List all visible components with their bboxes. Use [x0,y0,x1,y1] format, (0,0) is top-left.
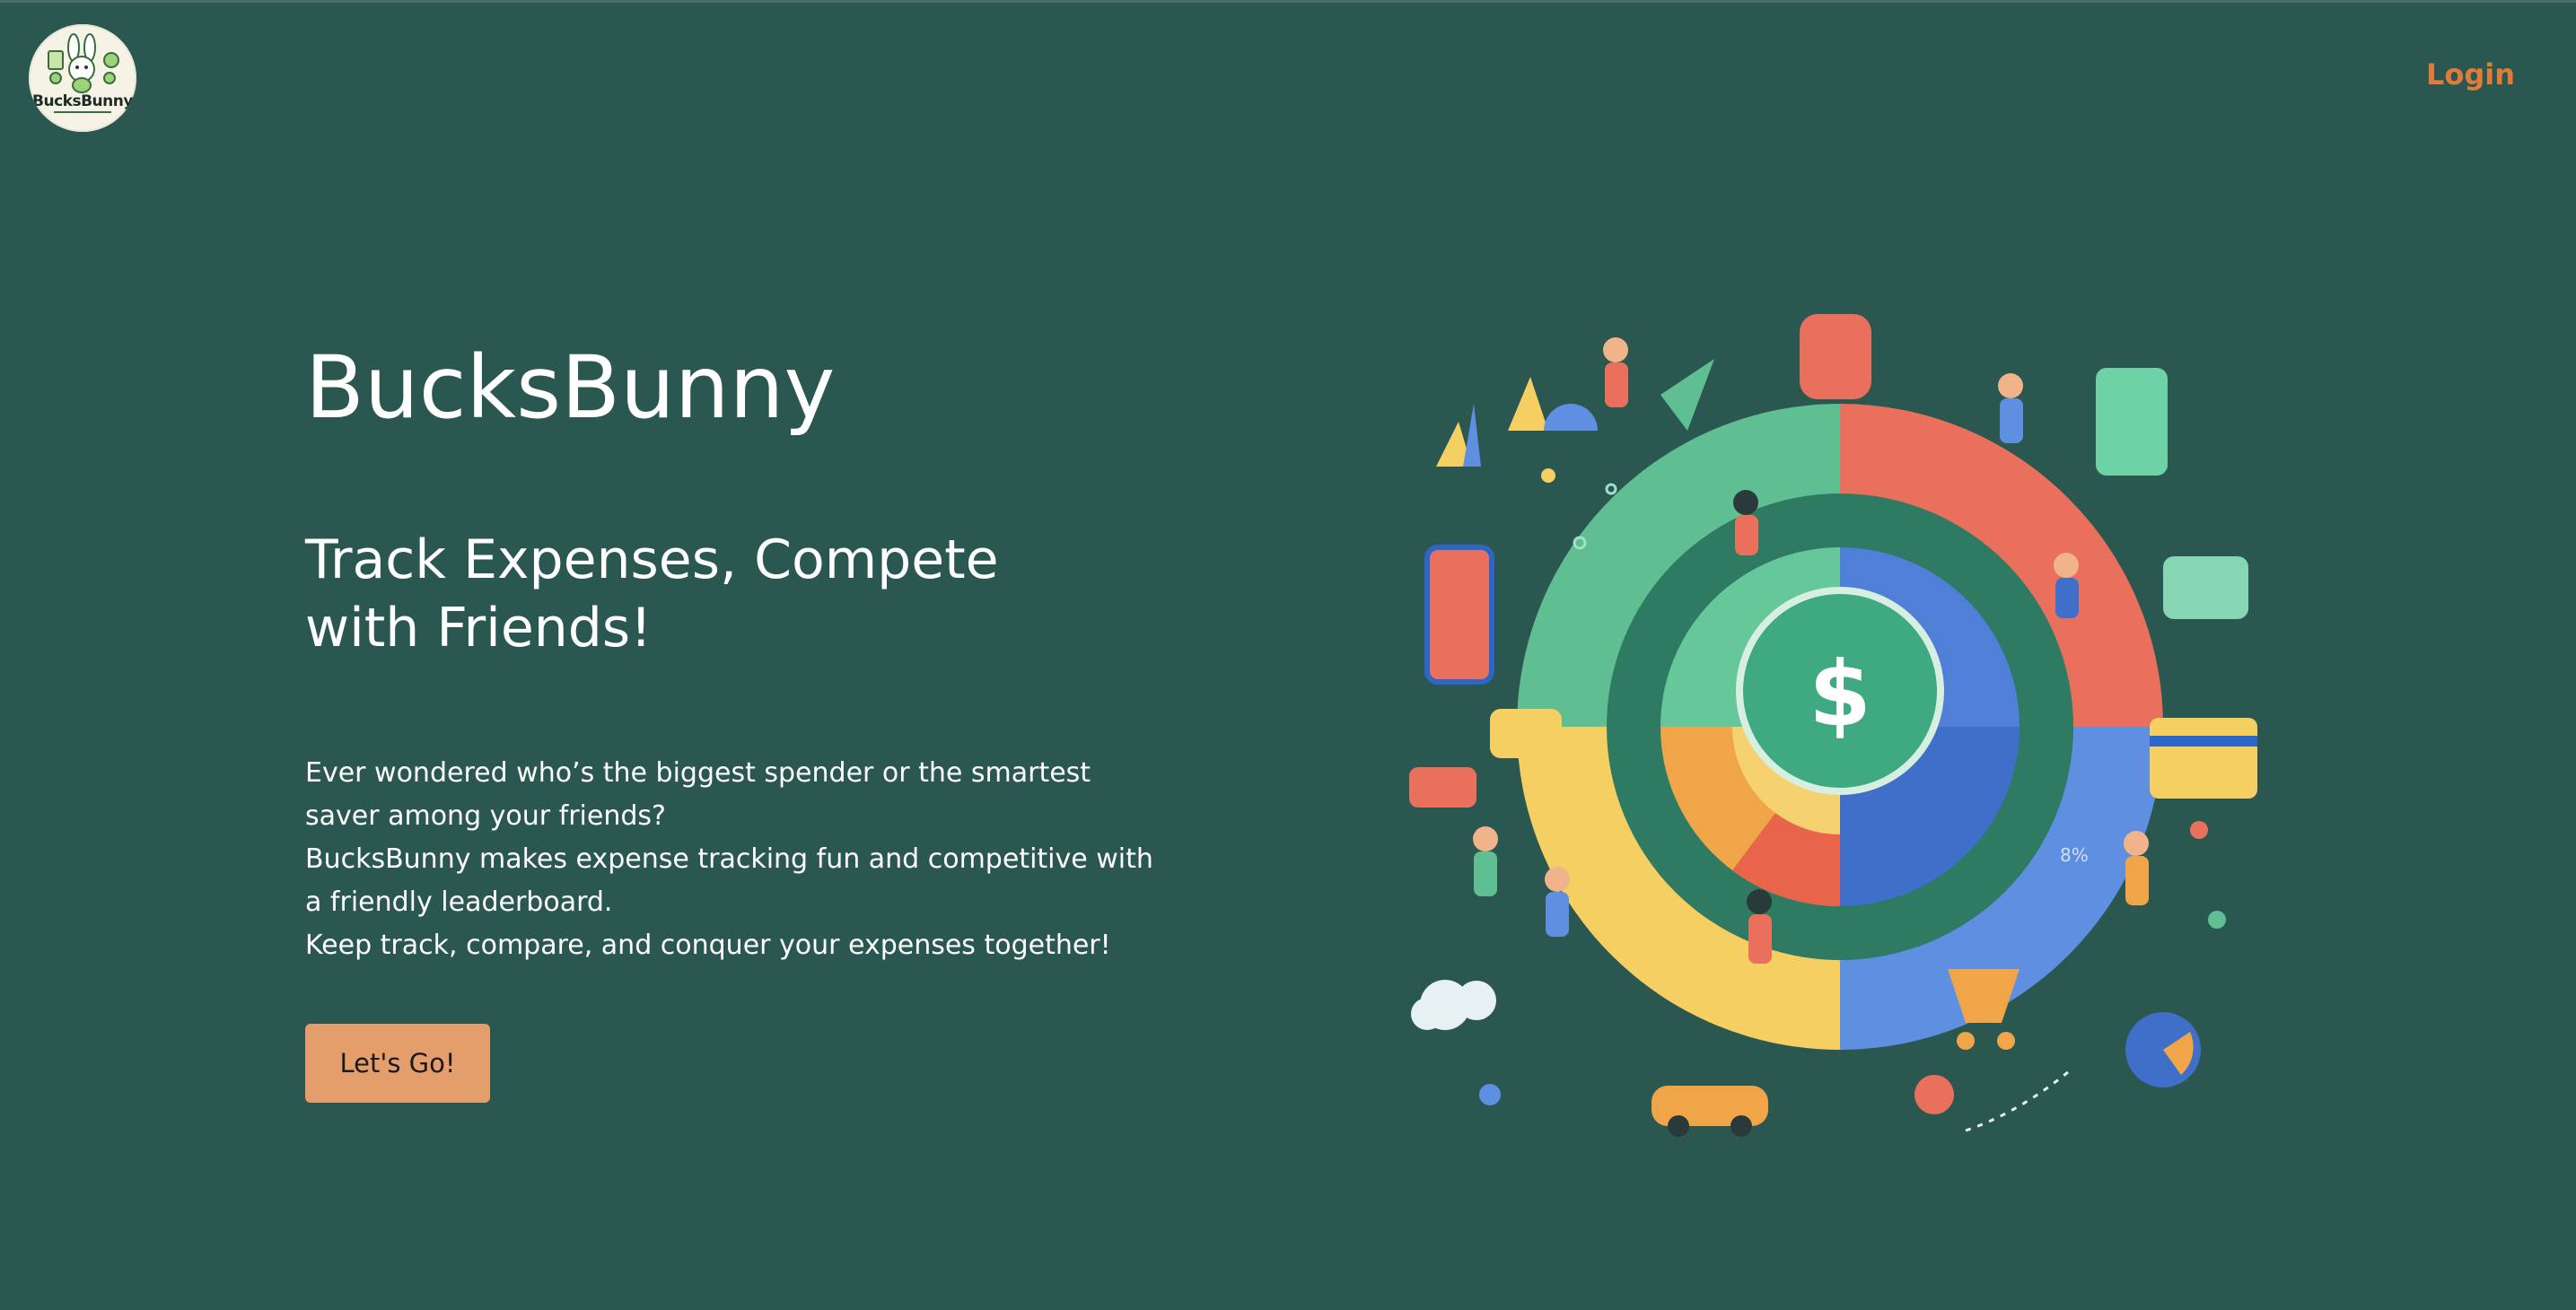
car-icon [1652,1086,1768,1137]
logo-text: BucksBunny [32,92,133,110]
logo[interactable]: BucksBunny [29,24,136,132]
donut-chart-icon: $ [1517,404,2163,1050]
cloud-icon [1411,980,1496,1030]
heart-icon [1800,314,1871,399]
chat-icon [1490,709,1562,758]
description-line: Ever wondered who’s the biggest spender … [305,757,1091,832]
phone-icon [1424,545,1494,685]
dollar-icon: $ [1809,642,1871,747]
chat-icon [1409,767,1476,808]
lets-go-button[interactable]: Let's Go! [305,1024,490,1103]
login-link[interactable]: Login [2426,57,2515,92]
hero-title: BucksBunny [305,337,836,438]
wallet-icon [2163,556,2248,619]
percent-label: 8% [2060,844,2089,866]
clipboard-icon [2096,368,2168,476]
hero-illustration: $ 8% [1409,314,2257,1137]
card-icon [2150,718,2257,799]
hero-description: Ever wondered who’s the biggest spender … [305,752,1167,967]
description-line: BucksBunny makes expense tracking fun an… [305,843,1153,918]
bunny-logo-icon [48,33,119,113]
description-line: Keep track, compare, and conquer your ex… [305,930,1111,961]
top-border [0,0,2576,3]
hero-tagline: Track Expenses, Compete with Friends! [305,528,999,659]
